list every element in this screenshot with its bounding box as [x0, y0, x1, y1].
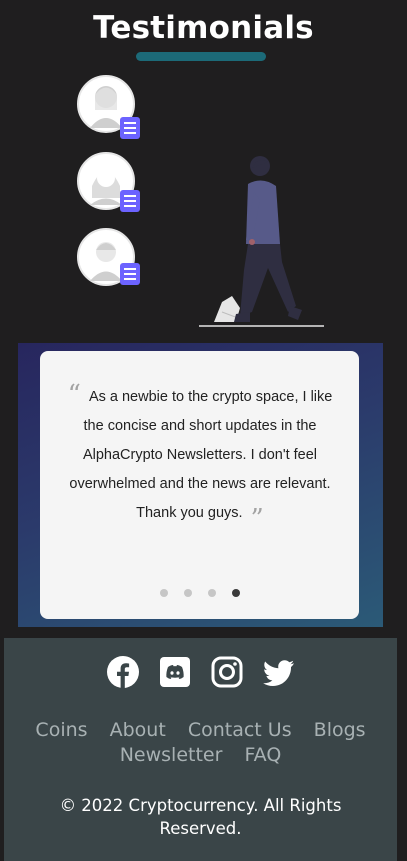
- avatar-man-icon: [77, 228, 140, 286]
- close-quote-icon: ”: [250, 504, 264, 534]
- testimonial-quote: “As a newbie to the crypto space, I like…: [60, 380, 340, 532]
- footer-nav: Coins About Contact Us Blogs Newsletter …: [14, 718, 387, 768]
- carousel-dot-2[interactable]: [183, 589, 192, 597]
- footer-link-faq[interactable]: FAQ: [244, 743, 281, 768]
- footer-link-about[interactable]: About: [110, 718, 166, 743]
- carousel-dot-1[interactable]: [159, 589, 168, 597]
- testimonials-illustration: [77, 75, 324, 327]
- discord-icon[interactable]: [159, 656, 191, 688]
- avatar-woman-1-icon: [77, 75, 140, 139]
- twitter-icon[interactable]: [262, 656, 295, 688]
- carousel-indicators: [40, 589, 359, 597]
- testimonial-text: As a newbie to the crypto space, I like …: [69, 389, 333, 521]
- footer: Coins About Contact Us Blogs Newsletter …: [4, 638, 397, 861]
- open-quote-icon: “: [67, 380, 81, 410]
- avatar-woman-2-icon: [77, 152, 140, 212]
- copyright-text: © 2022 Cryptocurrency. All Rights Reserv…: [59, 796, 342, 838]
- facebook-icon[interactable]: [106, 656, 139, 688]
- social-links: [4, 656, 397, 688]
- testimonial-carousel[interactable]: “As a newbie to the crypto space, I like…: [18, 343, 383, 627]
- instagram-icon[interactable]: [211, 656, 243, 688]
- carousel-dot-4[interactable]: [231, 589, 240, 597]
- testimonial-card: “As a newbie to the crypto space, I like…: [40, 351, 359, 619]
- footer-link-contact-us[interactable]: Contact Us: [188, 718, 292, 743]
- walking-person-icon: [199, 156, 324, 327]
- footer-link-newsletter[interactable]: Newsletter: [120, 743, 223, 768]
- footer-link-coins[interactable]: Coins: [35, 718, 87, 743]
- carousel-dot-3[interactable]: [207, 589, 216, 597]
- footer-link-blogs[interactable]: Blogs: [314, 718, 366, 743]
